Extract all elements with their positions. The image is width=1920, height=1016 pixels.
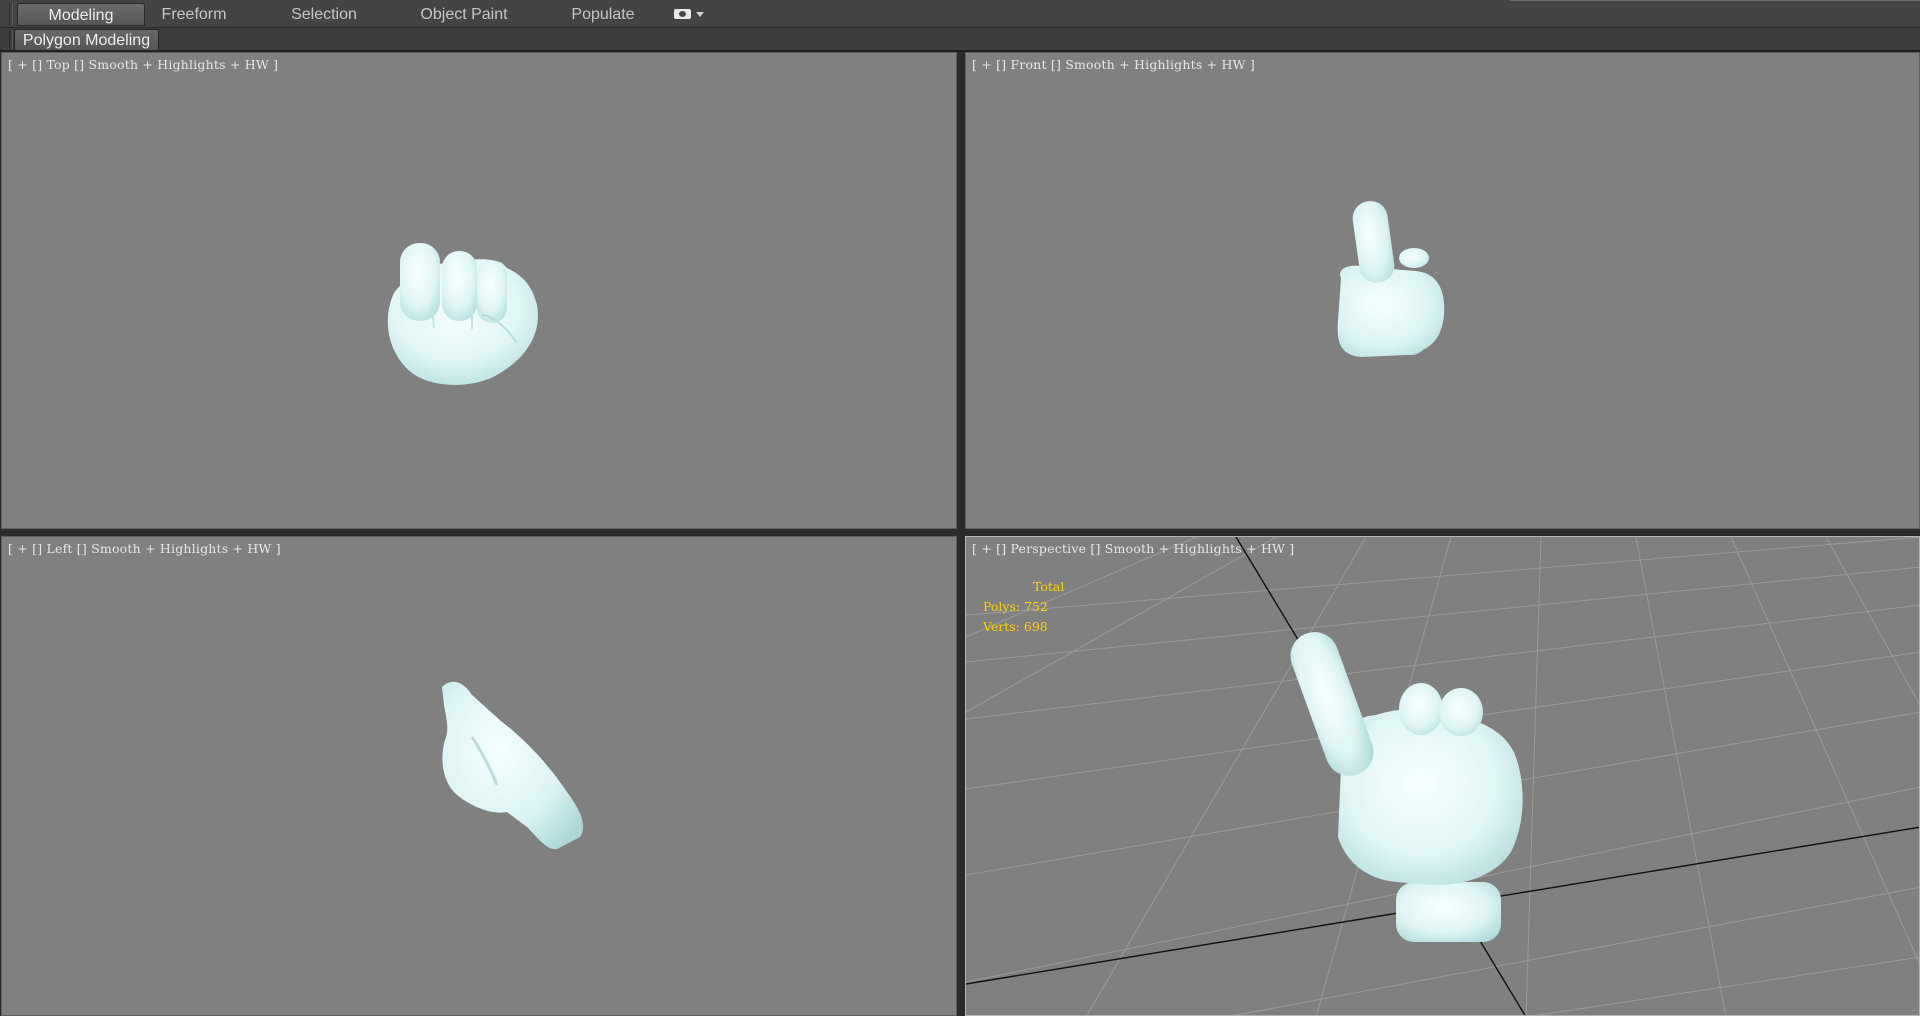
viewport-mode-label[interactable]: HW [247, 541, 271, 556]
camera-icon [674, 9, 691, 19]
hand-model[interactable] [387, 243, 538, 385]
front-view-scene [1337, 199, 1445, 357]
ribbon-panel-strip: Polygon Modeling [0, 28, 1920, 52]
viewport-mode-label[interactable]: HW [1261, 541, 1285, 556]
viewport-pov-label[interactable]: Top [46, 57, 70, 72]
tab-selection[interactable]: Selection [277, 3, 371, 26]
polygon-modeling-panel-button[interactable]: Polygon Modeling [14, 29, 159, 51]
viewport-perspective[interactable]: [ + [] Perspective [] Smooth + Highlight… [965, 536, 1920, 1016]
viewport-highlights-label[interactable]: Highlights [157, 57, 225, 72]
stats-header: Total [1033, 579, 1065, 594]
stats-verts-row: Verts: 698 [983, 617, 1064, 637]
viewport-mode-label[interactable]: HW [245, 57, 269, 72]
stats-verts-label: Verts: [983, 619, 1020, 634]
stats-polys-row: Polys: 752 [983, 597, 1064, 617]
ribbon-options-dropdown[interactable] [672, 7, 708, 21]
viewport-top[interactable]: [ + [] Top [] Smooth + Highlights + HW ] [1, 52, 957, 529]
viewport-shading-label[interactable]: Smooth [1105, 541, 1155, 556]
viewport-menu-plus[interactable]: + [17, 541, 28, 556]
viewport-front[interactable]: [ + [] Front [] Smooth + Highlights + HW… [965, 52, 1920, 529]
hand-model[interactable] [442, 681, 584, 850]
hand-model[interactable] [1337, 199, 1445, 357]
top-view-scene [387, 243, 538, 385]
stats-polys-value: 752 [1024, 599, 1048, 614]
tab-modeling[interactable]: Modeling [17, 3, 145, 26]
viewport-pov-label[interactable]: Perspective [1010, 541, 1086, 556]
viewport-menu-plus[interactable]: + [981, 57, 992, 72]
viewport-menu-plus[interactable]: + [17, 57, 28, 72]
viewport-highlights-label[interactable]: Highlights [1173, 541, 1241, 556]
divider [1510, 0, 1920, 1]
panel-grip-handle[interactable] [9, 30, 13, 49]
tab-object-paint[interactable]: Object Paint [410, 3, 518, 26]
stats-verts-value: 698 [1023, 619, 1048, 634]
viewport-shading-label[interactable]: Smooth [91, 541, 141, 556]
ribbon-tab-bar: Modeling Freeform Selection Object Paint… [0, 0, 1920, 28]
viewport-pov-label[interactable]: Left [46, 541, 72, 556]
viewport-label-left: [ + [] Left [] Smooth + Highlights + HW … [8, 541, 281, 556]
chevron-down-icon [696, 12, 704, 17]
tab-populate[interactable]: Populate [561, 3, 645, 26]
viewport-shading-label[interactable]: Smooth [88, 57, 138, 72]
hand-model[interactable] [1284, 625, 1523, 942]
perspective-scene [966, 537, 1919, 1015]
viewport-highlights-label[interactable]: Highlights [1134, 57, 1202, 72]
viewport-highlights-label[interactable]: Highlights [160, 541, 228, 556]
stats-polys-label: Polys: [983, 599, 1021, 614]
viewport-label-top: [ + [] Top [] Smooth + Highlights + HW ] [8, 57, 279, 72]
scene-statistics: Total Polys: 752 Verts: 698 [983, 577, 1064, 637]
viewport-area: [ + [] Top [] Smooth + Highlights + HW ]… [0, 52, 1920, 1016]
viewport-mode-label[interactable]: HW [1221, 57, 1245, 72]
viewport-pov-label[interactable]: Front [1010, 57, 1046, 72]
tab-freeform[interactable]: Freeform [150, 3, 238, 26]
viewport-label-front: [ + [] Front [] Smooth + Highlights + HW… [972, 57, 1255, 72]
ribbon-grip-handle[interactable] [9, 3, 13, 25]
viewport-left[interactable]: [ + [] Left [] Smooth + Highlights + HW … [1, 536, 957, 1016]
left-view-scene [442, 681, 584, 850]
viewport-shading-label[interactable]: Smooth [1065, 57, 1115, 72]
viewport-label-perspective: [ + [] Perspective [] Smooth + Highlight… [972, 541, 1295, 556]
viewport-menu-plus[interactable]: + [981, 541, 992, 556]
